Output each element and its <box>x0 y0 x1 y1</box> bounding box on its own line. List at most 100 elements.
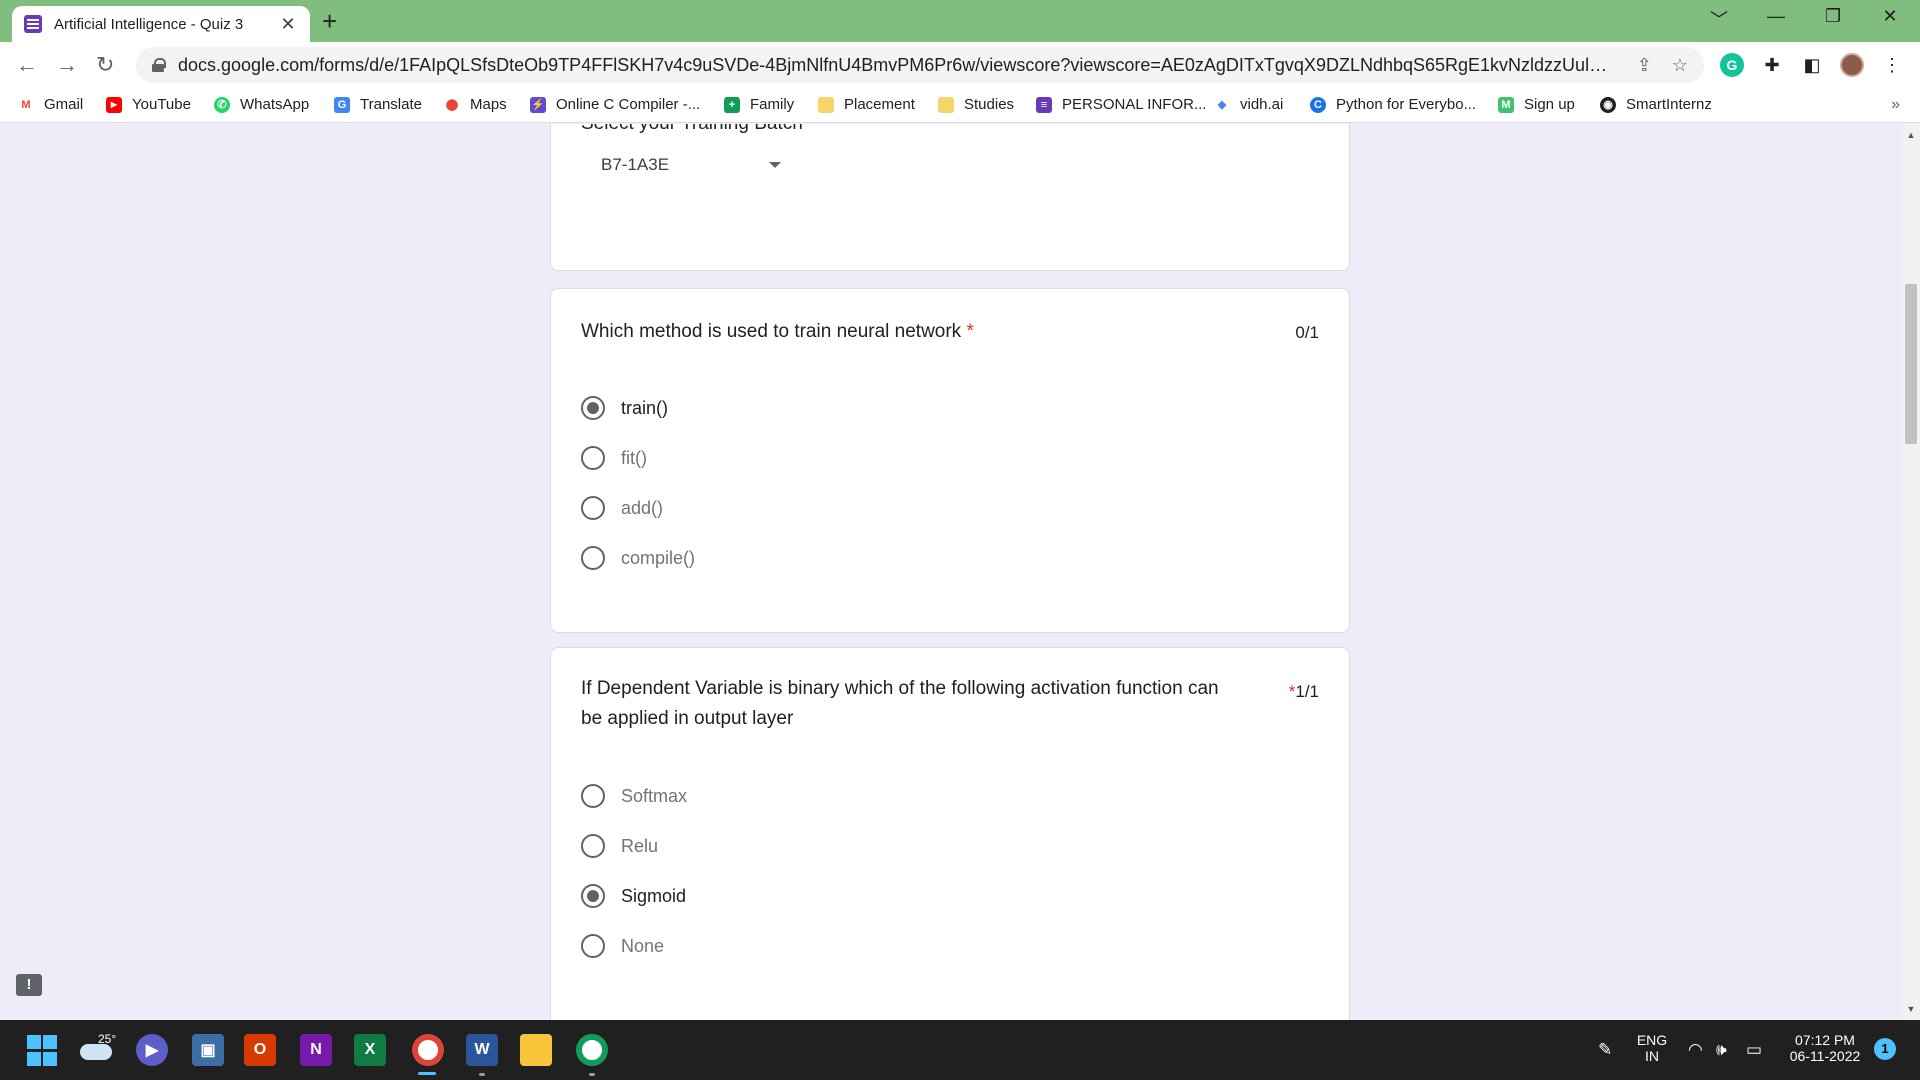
weather-temperature: 25° <box>98 1032 117 1046</box>
coursera-icon: C <box>1310 96 1326 113</box>
question-card-1: Which method is used to train neural net… <box>550 288 1350 633</box>
word-icon[interactable]: W <box>466 1034 498 1066</box>
forward-button[interactable]: → <box>56 52 78 78</box>
restore-button[interactable]: ❐ <box>1813 6 1853 27</box>
option-train[interactable]: train() <box>581 396 668 420</box>
radio-button[interactable] <box>581 834 605 858</box>
bookmark-sign-up[interactable]: M Sign up <box>1498 96 1575 113</box>
option-compile[interactable]: compile() <box>581 546 695 570</box>
radio-button-checked[interactable] <box>581 396 605 420</box>
language-indicator[interactable]: ENG IN <box>1630 1032 1674 1064</box>
lightning-icon: ⚡ <box>530 96 546 113</box>
pen-menu-icon[interactable]: ✎ <box>1598 1040 1612 1060</box>
battery-icon[interactable]: ▭ <box>1746 1040 1762 1060</box>
bookmark-translate[interactable]: G Translate <box>334 96 422 113</box>
batch-dropdown[interactable]: B7-1A3E <box>601 155 782 175</box>
extensions-puzzle-icon[interactable]: ✚ <box>1760 53 1784 77</box>
windows-taskbar: 25° ▶ ▣ O N X W ✎ ENG IN ◠ 🕪 ▭ 07:12 PM … <box>0 1020 1920 1080</box>
radio-button[interactable] <box>581 496 605 520</box>
dropdown-arrow-icon <box>769 162 782 168</box>
volume-icon[interactable]: 🕪 <box>1716 1040 1727 1060</box>
cloud-icon <box>80 1044 112 1060</box>
url-text[interactable]: docs.google.com/forms/d/e/1FAIpQLSfsDteO… <box>178 55 1617 76</box>
control-panel-icon[interactable]: ▣ <box>192 1034 224 1066</box>
tab-close-icon[interactable]: ✕ <box>278 14 298 35</box>
batch-question-title: Select your Training Batch * <box>581 124 815 139</box>
bookmark-online-c-compiler[interactable]: ⚡ Online C Compiler -... <box>530 96 700 113</box>
radio-button-checked[interactable] <box>581 884 605 908</box>
bookmark-vidh-ai[interactable]: ◆ vidh.ai <box>1214 96 1283 113</box>
reload-button[interactable]: ↻ <box>96 52 114 78</box>
radio-button[interactable] <box>581 546 605 570</box>
bookmark-star-icon[interactable]: ☆ <box>1672 55 1688 76</box>
notification-badge[interactable]: 1 <box>1874 1038 1896 1060</box>
option-sigmoid[interactable]: Sigmoid <box>581 884 686 908</box>
question-score: *1/1 <box>1288 682 1319 701</box>
browser-tab[interactable]: Artificial Intelligence - Quiz 3 ✕ <box>12 6 310 42</box>
excel-icon[interactable]: X <box>354 1034 386 1066</box>
report-feedback-icon[interactable]: ! <box>16 974 42 996</box>
question-title: If Dependent Variable is binary which of… <box>581 678 1219 729</box>
form-page: Select your Training Batch * B7-1A3E Whi… <box>0 124 1902 1020</box>
translate-icon: G <box>334 96 350 113</box>
bookmark-python-for-everybody[interactable]: C Python for Everybo... <box>1310 96 1476 113</box>
page-scrollbar[interactable]: ▲ ▼ <box>1902 124 1920 1020</box>
bookmark-gmail[interactable]: M Gmail <box>18 96 83 113</box>
clock[interactable]: 07:12 PM 06-11-2022 <box>1780 1032 1870 1064</box>
office-icon[interactable]: O <box>244 1034 276 1066</box>
scroll-down-arrow-icon[interactable]: ▼ <box>1902 1004 1920 1014</box>
bookmark-studies[interactable]: Studies <box>938 96 1014 113</box>
share-icon[interactable]: ⇪ <box>1637 55 1652 76</box>
file-explorer-icon[interactable] <box>520 1034 552 1066</box>
side-panel-icon[interactable]: ◧ <box>1800 53 1824 77</box>
radio-button[interactable] <box>581 934 605 958</box>
teams-chat-icon[interactable]: ▶ <box>136 1034 168 1066</box>
radio-button[interactable] <box>581 446 605 470</box>
sign-up-icon: M <box>1498 96 1514 113</box>
question-card-2: If Dependent Variable is binary which of… <box>550 647 1350 1020</box>
open-app-indicator <box>479 1073 485 1076</box>
grammarly-icon[interactable]: G <box>1720 53 1744 77</box>
family-sheet-icon: + <box>724 96 740 113</box>
bookmark-smartinternz[interactable]: ◉ SmartInternz <box>1600 96 1712 113</box>
chrome-menu-icon[interactable]: ⋮ <box>1880 53 1904 77</box>
bookmarks-overflow-icon[interactable]: » <box>1891 96 1900 114</box>
question-score: 0/1 <box>1295 323 1319 342</box>
option-relu[interactable]: Relu <box>581 834 658 858</box>
address-bar[interactable]: docs.google.com/forms/d/e/1FAIpQLSfsDteO… <box>136 47 1704 83</box>
tab-search-icon[interactable]: ﹀ <box>1699 6 1739 32</box>
back-button[interactable]: ← <box>16 52 38 78</box>
folder-icon <box>818 96 834 113</box>
option-fit[interactable]: fit() <box>581 446 647 470</box>
onenote-icon[interactable]: N <box>300 1034 332 1066</box>
smartinternz-icon: ◉ <box>1600 96 1616 113</box>
new-tab-button[interactable]: + <box>322 8 337 34</box>
bookmark-whatsapp[interactable]: ✆ WhatsApp <box>214 96 309 113</box>
minimize-button[interactable]: — <box>1756 6 1796 27</box>
weather-widget[interactable]: 25° <box>80 1032 116 1062</box>
scrollbar-thumb[interactable] <box>1905 284 1917 444</box>
option-softmax[interactable]: Softmax <box>581 784 687 808</box>
batch-selected-value: B7-1A3E <box>601 155 670 174</box>
windows-start-icon[interactable] <box>26 1034 58 1066</box>
wifi-icon[interactable]: ◠ <box>1688 1040 1703 1060</box>
bookmark-personal-info[interactable]: ≡ PERSONAL INFOR... <box>1036 96 1206 113</box>
vidh-ai-icon: ◆ <box>1214 96 1230 113</box>
lock-icon[interactable] <box>152 58 166 72</box>
chrome-profile-icon[interactable] <box>576 1034 608 1066</box>
option-none[interactable]: None <box>581 934 664 958</box>
bookmark-youtube[interactable]: ▶ YouTube <box>106 96 191 113</box>
google-forms-icon <box>24 15 42 33</box>
chrome-icon[interactable] <box>412 1034 444 1066</box>
tab-title: Artificial Intelligence - Quiz 3 <box>54 15 244 33</box>
question-title: Which method is used to train neural net… <box>581 321 974 342</box>
option-add[interactable]: add() <box>581 496 663 520</box>
bookmark-family[interactable]: + Family <box>724 96 794 113</box>
folder-icon <box>938 96 954 113</box>
scroll-up-arrow-icon[interactable]: ▲ <box>1902 130 1920 140</box>
radio-button[interactable] <box>581 784 605 808</box>
bookmark-placement[interactable]: Placement <box>818 96 915 113</box>
profile-avatar[interactable] <box>1840 53 1864 77</box>
bookmark-maps[interactable]: ⬤ Maps <box>444 96 507 113</box>
close-window-button[interactable]: ✕ <box>1870 6 1910 27</box>
